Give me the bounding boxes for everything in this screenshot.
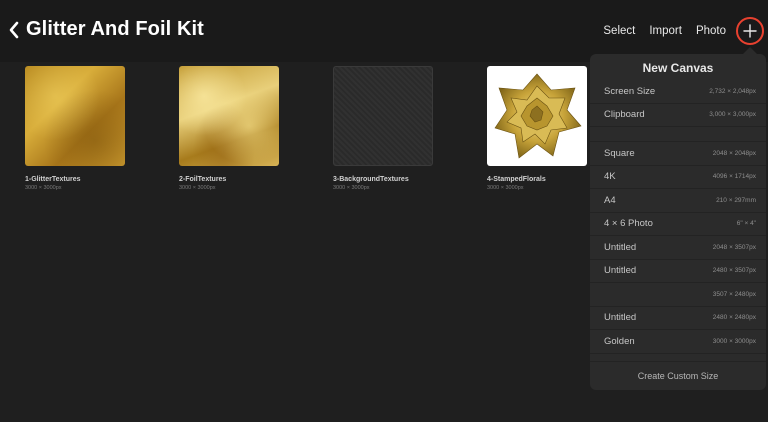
- new-canvas-popover: New Canvas Screen Size 2,732 × 2,048px C…: [590, 54, 766, 390]
- option-size: 3507 × 2480px: [712, 290, 756, 298]
- create-custom-size-button[interactable]: Create Custom Size: [590, 361, 766, 390]
- option-size: 210 × 297mm: [716, 196, 756, 204]
- option-size: 4096 × 1714px: [712, 173, 756, 181]
- canvas-option-unnamed[interactable]: 3507 × 2480px: [590, 283, 766, 307]
- option-size: 2480 × 2480px: [712, 314, 756, 322]
- thumbnail: [25, 66, 125, 166]
- option-size: 3000 × 3000px: [712, 337, 756, 345]
- option-size: 3,000 × 3,000px: [709, 111, 756, 119]
- canvas-option-4k[interactable]: 4K 4096 × 1714px: [590, 166, 766, 189]
- thumbnail: [179, 66, 279, 166]
- gallery-item-glitter[interactable]: 1-GlitterTextures 3000 × 3000px: [25, 66, 127, 191]
- thumbnail: [333, 66, 433, 166]
- back-button[interactable]: Glitter And Foil Kit: [8, 18, 204, 41]
- new-canvas-button[interactable]: [736, 17, 764, 45]
- select-button[interactable]: Select: [603, 25, 635, 37]
- option-label: 4 × 6 Photo: [604, 218, 653, 230]
- option-label: Square: [604, 147, 635, 159]
- item-name: 3-BackgroundTextures: [333, 176, 409, 183]
- plus-icon: [743, 24, 757, 38]
- item-size: 3000 × 3000px: [487, 185, 524, 191]
- canvas-option-screen-size[interactable]: Screen Size 2,732 × 2,048px: [590, 80, 766, 104]
- section-divider: [590, 127, 766, 142]
- option-label: A4: [604, 194, 616, 206]
- option-size: 2,732 × 2,048px: [709, 87, 756, 95]
- gallery-item-foil[interactable]: 2-FoilTextures 3000 × 3000px: [179, 66, 281, 191]
- option-label: Untitled: [604, 241, 637, 253]
- option-label: Untitled: [604, 265, 637, 277]
- chevron-left-icon: [9, 21, 19, 38]
- item-name: 4-StampedFlorals: [487, 176, 546, 183]
- item-size: 3000 × 3000px: [333, 185, 370, 191]
- item-name: 1-GlitterTextures: [25, 176, 81, 183]
- canvas-option-untitled-3[interactable]: Untitled 2480 × 2480px: [590, 307, 766, 330]
- procreate-gallery: Glitter And Foil Kit Select Import Photo…: [0, 0, 768, 422]
- page-title: Glitter And Foil Kit: [26, 18, 204, 40]
- option-size: 2480 × 3507px: [712, 267, 756, 275]
- gold-rose-illustration: [494, 73, 582, 159]
- option-label: 4K: [604, 171, 616, 183]
- gallery-item-florals[interactable]: 4-StampedFlorals 3000 × 3000px: [487, 66, 589, 191]
- item-size: 3000 × 3000px: [25, 185, 62, 191]
- item-name: 2-FoilTextures: [179, 176, 227, 183]
- thumbnail: [487, 66, 587, 166]
- photo-button[interactable]: Photo: [696, 25, 726, 37]
- artwork-gallery: 1-GlitterTextures 3000 × 3000px 2-FoilTe…: [0, 62, 590, 422]
- canvas-option-square[interactable]: Square 2048 × 2048px: [590, 142, 766, 166]
- option-label: Screen Size: [604, 85, 656, 97]
- gallery-item-background[interactable]: 3-BackgroundTextures 3000 × 3000px: [333, 66, 435, 191]
- option-size: 2048 × 3507px: [712, 243, 756, 251]
- option-size: 2048 × 2048px: [712, 149, 756, 157]
- canvas-option-a4[interactable]: A4 210 × 297mm: [590, 189, 766, 213]
- item-size: 3000 × 3000px: [179, 185, 216, 191]
- option-label: Untitled: [604, 312, 637, 324]
- canvas-option-golden[interactable]: Golden 3000 × 3000px: [590, 330, 766, 354]
- canvas-option-untitled-2[interactable]: Untitled 2480 × 3507px: [590, 260, 766, 283]
- canvas-option-untitled-1[interactable]: Untitled 2048 × 3507px: [590, 236, 766, 260]
- canvas-option-4x6-photo[interactable]: 4 × 6 Photo 6" × 4": [590, 213, 766, 236]
- canvas-option-clipboard[interactable]: Clipboard 3,000 × 3,000px: [590, 104, 766, 127]
- import-button[interactable]: Import: [649, 25, 682, 37]
- popover-title: New Canvas: [642, 61, 714, 75]
- option-label: Golden: [604, 335, 635, 347]
- option-label: Clipboard: [604, 109, 645, 121]
- top-bar: Glitter And Foil Kit Select Import Photo: [0, 0, 768, 62]
- option-size: 6" × 4": [736, 220, 756, 228]
